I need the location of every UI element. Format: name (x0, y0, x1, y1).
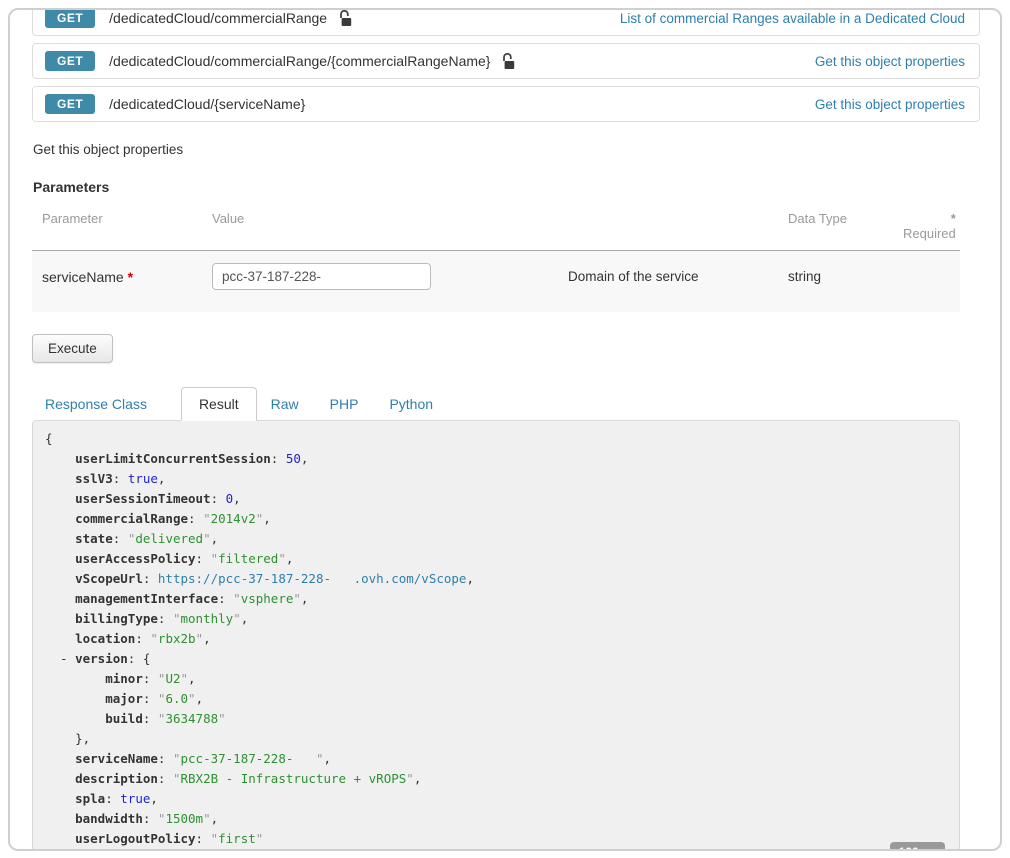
parameter-data-type: string (788, 263, 903, 284)
endpoint-row-commercial-range[interactable]: GET /dedicatedCloud/commercialRange List… (32, 8, 980, 36)
parameters-table: Parameter Value Data Type * Required ser… (32, 211, 960, 312)
parameters-table-header: Parameter Value Data Type * Required (32, 211, 960, 251)
code-line: userSessionTimeout: 0, (45, 489, 947, 509)
code-line: userLimitConcurrentSession: 50, (45, 449, 947, 469)
parameters-title: Parameters (33, 179, 980, 195)
code-line: bandwidth: "1500m", (45, 809, 947, 829)
code-line: major: "6.0", (45, 689, 947, 709)
service-name-input[interactable] (212, 263, 431, 290)
code-line: sslV3: true, (45, 469, 947, 489)
code-line: commercialRange: "2014v2", (45, 509, 947, 529)
parameter-name: serviceName * (42, 263, 212, 285)
code-line: build: "3634788" (45, 709, 947, 729)
endpoint-summary-link[interactable]: Get this object properties (815, 97, 965, 112)
http-method-badge: GET (45, 8, 95, 28)
code-line: { (45, 429, 947, 449)
code-line: } (45, 849, 947, 851)
code-line: state: "delivered", (45, 529, 947, 549)
endpoint-path: /dedicatedCloud/commercialRange (109, 10, 327, 26)
code-line: userLogoutPolicy: "first" (45, 829, 947, 849)
code-line: description: "RBX2B - Infrastructure + v… (45, 769, 947, 789)
operation-description: Get this object properties (33, 142, 980, 157)
endpoint-path: /dedicatedCloud/commercialRange/{commerc… (109, 53, 490, 69)
required-asterisk: * (128, 269, 133, 285)
vscope-url-link[interactable]: https://pcc-37-187-228- .ovh.com/vScope (158, 571, 467, 586)
open-padlock-icon (500, 52, 515, 70)
code-line: userAccessPolicy: "filtered", (45, 549, 947, 569)
open-padlock-icon (337, 9, 352, 27)
required-asterisk: * (951, 211, 956, 226)
endpoint-row-commercial-range-name[interactable]: GET /dedicatedCloud/commercialRange/{com… (32, 43, 980, 79)
result-panel: { userLimitConcurrentSession: 50, sslV3:… (32, 420, 960, 851)
code-line: minor: "U2", (45, 669, 947, 689)
code-line: managementInterface: "vsphere", (45, 589, 947, 609)
endpoint-summary-link[interactable]: List of commercial Ranges available in a… (620, 11, 965, 26)
code-line: vScopeUrl: https://pcc-37-187-228- .ovh.… (45, 569, 947, 589)
http-method-badge: GET (45, 51, 95, 71)
latency-badge: 160ms (890, 842, 945, 851)
http-method-badge: GET (45, 94, 95, 114)
header-parameter: Parameter (42, 211, 212, 241)
parameter-row-service-name: serviceName * Domain of the service stri… (32, 251, 960, 312)
code-line: - version: { (45, 649, 947, 669)
code-line: billingType: "monthly", (45, 609, 947, 629)
tab-result[interactable]: Result (181, 387, 257, 421)
response-tabs: Response Class Result Raw PHP Python (32, 387, 980, 420)
tab-php[interactable]: PHP (328, 388, 361, 420)
header-description (568, 211, 788, 241)
code-line: spla: true, (45, 789, 947, 809)
header-required: * Required (903, 211, 956, 241)
tab-response-class[interactable]: Response Class (43, 388, 149, 420)
response-json: { userLimitConcurrentSession: 50, sslV3:… (45, 429, 947, 851)
execute-button[interactable]: Execute (32, 334, 113, 363)
endpoint-summary-link[interactable]: Get this object properties (815, 54, 965, 69)
code-line: serviceName: "pcc-37-187-228- ", (45, 749, 947, 769)
parameter-value-cell (212, 263, 568, 290)
header-value: Value (212, 211, 568, 241)
parameter-description: Domain of the service (568, 263, 788, 284)
header-data-type: Data Type (788, 211, 903, 241)
endpoint-path: /dedicatedCloud/{serviceName} (109, 96, 305, 112)
code-line: location: "rbx2b", (45, 629, 947, 649)
api-console-panel: GET /dedicatedCloud/commercialRange List… (8, 8, 1002, 851)
tab-raw[interactable]: Raw (269, 388, 301, 420)
endpoint-row-service-name[interactable]: GET /dedicatedCloud/{serviceName} Get th… (32, 86, 980, 122)
tab-python[interactable]: Python (387, 388, 435, 420)
code-line: }, (45, 729, 947, 749)
endpoint-list: GET /dedicatedCloud/commercialRange List… (32, 8, 980, 122)
